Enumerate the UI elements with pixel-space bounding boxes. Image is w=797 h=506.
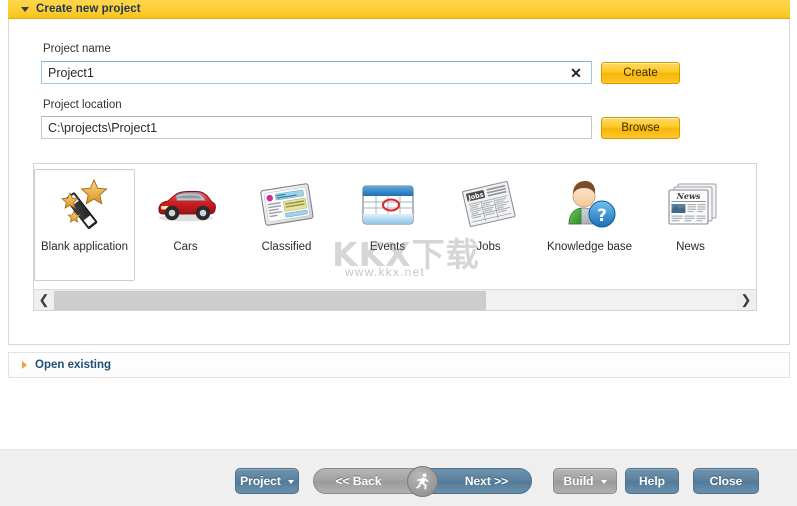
news-papers-icon: News xyxy=(658,176,724,234)
run-button[interactable] xyxy=(407,466,438,497)
project-button[interactable]: Project xyxy=(235,468,299,494)
project-button-label: Project xyxy=(240,474,281,488)
running-person-icon xyxy=(413,472,432,491)
triangle-right-icon xyxy=(22,361,27,369)
browse-button[interactable]: Browse xyxy=(601,117,680,139)
clear-project-name-icon[interactable]: ✕ xyxy=(567,64,585,82)
close-button[interactable]: Close xyxy=(693,468,759,494)
project-name-input[interactable] xyxy=(41,61,592,84)
help-button-label: Help xyxy=(639,474,665,488)
calendar-events-icon xyxy=(355,176,421,234)
template-gallery: Blank application xyxy=(33,163,757,311)
caret-down-icon xyxy=(601,480,607,484)
template-label: Classified xyxy=(262,240,312,254)
template-label: Cars xyxy=(173,240,197,254)
svg-text:?: ? xyxy=(597,206,607,226)
help-button[interactable]: Help xyxy=(625,468,679,494)
close-button-label: Close xyxy=(710,474,743,488)
template-item-knowledge-base[interactable]: ? Knowledge base xyxy=(539,169,640,281)
chevron-right-icon[interactable]: ❯ xyxy=(736,290,756,310)
build-button: Build xyxy=(553,468,617,494)
wizard-navigation-group: << Back Next >> xyxy=(313,466,532,496)
open-existing-header[interactable]: Open existing xyxy=(8,352,790,378)
person-question-icon: ? xyxy=(557,176,623,234)
template-label: Jobs xyxy=(476,240,500,254)
open-existing-title: Open existing xyxy=(35,359,111,371)
scrollbar-track[interactable] xyxy=(54,291,736,310)
template-label: Blank application xyxy=(41,240,128,254)
template-item-cars[interactable]: Cars xyxy=(135,169,236,281)
project-location-label: Project location xyxy=(43,99,122,111)
next-button-label: Next >> xyxy=(465,474,508,488)
caret-down-icon xyxy=(288,480,294,484)
magic-wand-stars-icon xyxy=(52,176,118,234)
create-project-dialog: Create new project Project name ✕ Create… xyxy=(0,0,797,506)
template-label: Events xyxy=(370,240,405,254)
template-item-blank-application[interactable]: Blank application xyxy=(34,169,135,281)
template-item-events[interactable]: Events xyxy=(337,169,438,281)
project-location-input[interactable] xyxy=(41,116,592,139)
red-car-icon xyxy=(153,176,219,234)
gallery-horizontal-scrollbar[interactable]: ❮ ❯ xyxy=(34,289,756,310)
back-button-label: << Back xyxy=(335,474,381,488)
jobs-newspaper-icon: Jobs xyxy=(456,176,522,234)
template-item-news[interactable]: News xyxy=(640,169,741,281)
classified-ad-card-icon xyxy=(254,176,320,234)
template-label: News xyxy=(676,240,705,254)
template-list: Blank application xyxy=(34,164,756,289)
svg-text:News: News xyxy=(675,191,700,201)
template-item-classified[interactable]: Classified xyxy=(236,169,337,281)
create-button[interactable]: Create xyxy=(601,62,680,84)
template-label: Knowledge base xyxy=(547,240,632,254)
chevron-left-icon[interactable]: ❮ xyxy=(34,290,54,310)
triangle-down-icon xyxy=(21,7,29,12)
scrollbar-thumb[interactable] xyxy=(54,291,486,310)
build-button-label: Build xyxy=(564,474,594,488)
create-new-project-title: Create new project xyxy=(36,3,141,15)
project-name-label: Project name xyxy=(43,43,111,55)
create-new-project-header[interactable]: Create new project xyxy=(8,0,790,19)
template-item-jobs[interactable]: Jobs xyxy=(438,169,539,281)
